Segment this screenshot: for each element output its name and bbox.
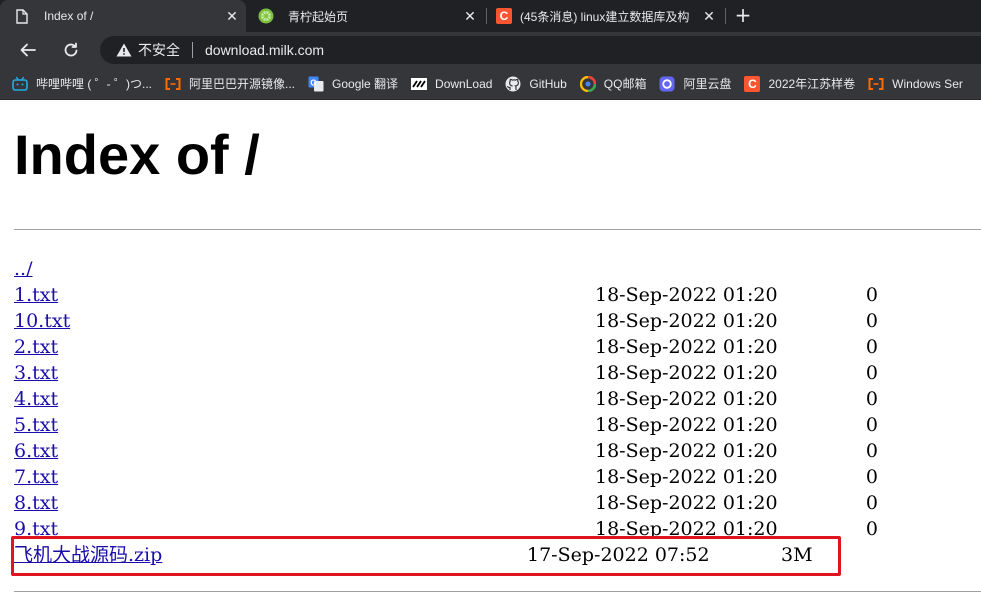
security-label[interactable]: 不安全 <box>138 40 180 60</box>
aliyun-drive-icon <box>659 76 675 92</box>
file-size: 0 <box>865 492 878 514</box>
list-item-parent: ../ <box>14 256 981 282</box>
list-item: 1.txt 18-Sep-2022 01:20 0 <box>14 282 981 308</box>
tab-lime-start[interactable]: 青柠起始页 ✕ <box>246 0 486 32</box>
file-date: 18-Sep-2022 01:20 <box>595 284 778 306</box>
file-link[interactable]: 3.txt <box>14 360 58 386</box>
google-translate-icon: G <box>308 76 324 92</box>
bookmark-label: 哔哩哔哩 ( ゜- ゜)つ... <box>36 77 152 91</box>
file-size: 0 <box>865 310 878 332</box>
tab-title: 青柠起始页 <box>288 9 349 24</box>
csdn-icon: C <box>744 75 761 92</box>
file-date: 18-Sep-2022 01:20 <box>595 336 778 358</box>
file-date: 18-Sep-2022 01:20 <box>595 414 778 436</box>
bookmark-label: 阿里云盘 <box>683 77 732 91</box>
list-item: 7.txt 18-Sep-2022 01:20 0 <box>14 464 981 490</box>
qq-mail-icon <box>579 75 596 92</box>
bookmark-bilibili[interactable]: 哔哩哔哩 ( ゜- ゜)つ... <box>12 75 152 92</box>
file-link[interactable]: 10.txt <box>14 308 70 334</box>
file-link[interactable]: 7.txt <box>14 464 58 490</box>
page-content: Index of / ../ 1.txt 18-Sep-2022 01:20 0… <box>0 101 981 599</box>
file-size: 0 <box>865 440 878 462</box>
list-item: 10.txt 18-Sep-2022 01:20 0 <box>14 308 981 334</box>
file-date: 18-Sep-2022 01:20 <box>595 440 778 462</box>
bookmark-google-translate[interactable]: G Google 翻译 <box>308 75 398 92</box>
file-size: 0 <box>865 284 878 306</box>
close-icon[interactable]: ✕ <box>701 8 717 25</box>
highlight-box <box>11 536 841 576</box>
list-item: 4.txt 18-Sep-2022 01:20 0 <box>14 386 981 412</box>
close-icon[interactable]: ✕ <box>224 8 240 25</box>
toolbar: 不安全 download.milk.com <box>0 32 981 68</box>
lime-icon <box>258 8 274 24</box>
back-button[interactable] <box>16 38 40 62</box>
bookmark-download[interactable]: DownLoad <box>411 76 492 92</box>
parent-directory-link[interactable]: ../ <box>14 256 32 282</box>
download-site-icon <box>411 76 428 92</box>
back-arrow-icon <box>20 43 36 57</box>
file-size: 0 <box>865 518 878 540</box>
bookmark-label: DownLoad <box>435 76 493 91</box>
list-item: 2.txt 18-Sep-2022 01:20 0 <box>14 334 981 360</box>
list-item: 5.txt 18-Sep-2022 01:20 0 <box>14 412 981 438</box>
new-tab-button[interactable]: + <box>732 4 754 26</box>
url-text[interactable]: download.milk.com <box>205 42 324 58</box>
list-item: 6.txt 18-Sep-2022 01:20 0 <box>14 438 981 464</box>
file-link[interactable]: 4.txt <box>14 386 58 412</box>
file-date: 18-Sep-2022 01:20 <box>595 388 778 410</box>
bookmark-aliyun-mirror[interactable]: 阿里巴巴开源镜像... <box>165 75 295 92</box>
reload-icon <box>64 42 78 57</box>
bookmark-jiangsu-exam[interactable]: C 2022年江苏样卷 <box>744 75 855 92</box>
tab-title: (45条消息) linux建立数据库及构 <box>520 9 690 24</box>
file-size: 0 <box>865 388 878 410</box>
address-bar[interactable]: 不安全 download.milk.com <box>100 36 981 64</box>
file-link[interactable]: 8.txt <box>14 490 58 516</box>
bookmark-windows-server[interactable]: Windows Ser <box>868 76 963 92</box>
tab-separator <box>725 8 726 24</box>
divider <box>192 42 193 58</box>
bookmark-label: Windows Ser <box>892 76 963 91</box>
file-size: 0 <box>865 362 878 384</box>
list-item: 3.txt 18-Sep-2022 01:20 0 <box>14 360 981 386</box>
bookmark-qq-mail[interactable]: QQ邮箱 <box>579 75 647 92</box>
svg-text:G: G <box>310 78 316 87</box>
list-item: 8.txt 18-Sep-2022 01:20 0 <box>14 490 981 516</box>
bookmark-label: GitHub <box>529 76 567 91</box>
github-icon <box>505 76 521 92</box>
bookmark-label: 阿里巴巴开源镜像... <box>189 77 296 91</box>
bookmark-github[interactable]: GitHub <box>505 76 567 92</box>
file-date: 18-Sep-2022 01:20 <box>595 466 778 488</box>
tab-index[interactable]: Index of / ✕ <box>0 0 246 32</box>
bottom-divider <box>14 591 981 592</box>
file-link[interactable]: 6.txt <box>14 438 58 464</box>
file-link[interactable]: 1.txt <box>14 282 58 308</box>
page-icon <box>14 8 30 24</box>
file-size: 0 <box>865 336 878 358</box>
tab-bar: Index of / ✕ 青柠起始页 ✕ C (45条消息) linux建立数据… <box>0 0 981 32</box>
aliyun-bracket-icon <box>868 76 884 92</box>
file-link[interactable]: 5.txt <box>14 412 58 438</box>
tab-csdn[interactable]: C (45条消息) linux建立数据库及构 ✕ <box>487 0 725 32</box>
file-date: 18-Sep-2022 01:20 <box>595 492 778 514</box>
file-link[interactable]: 2.txt <box>14 334 58 360</box>
csdn-icon: C <box>496 8 512 24</box>
bookmark-label: 2022年江苏样卷 <box>768 77 856 91</box>
page-title: Index of / <box>14 123 260 186</box>
bookmarks-bar: 哔哩哔哩 ( ゜- ゜)つ... 阿里巴巴开源镜像... G Google 翻译… <box>0 68 981 100</box>
close-icon[interactable]: ✕ <box>462 8 478 25</box>
file-date: 18-Sep-2022 01:20 <box>595 362 778 384</box>
file-size: 0 <box>865 414 878 436</box>
bookmark-aliyun-drive[interactable]: 阿里云盘 <box>659 75 731 92</box>
tab-title: Index of / <box>44 9 94 23</box>
warning-icon[interactable] <box>116 43 132 57</box>
bilibili-icon <box>12 76 28 92</box>
file-listing: ../ 1.txt 18-Sep-2022 01:20 0 10.txt 18-… <box>14 256 981 568</box>
file-size: 0 <box>865 466 878 488</box>
reload-button[interactable] <box>59 38 83 62</box>
top-divider <box>14 229 981 230</box>
file-date: 18-Sep-2022 01:20 <box>595 310 778 332</box>
aliyun-bracket-icon <box>165 76 181 92</box>
bookmark-label: QQ邮箱 <box>603 77 647 91</box>
bookmark-label: Google 翻译 <box>332 77 399 91</box>
